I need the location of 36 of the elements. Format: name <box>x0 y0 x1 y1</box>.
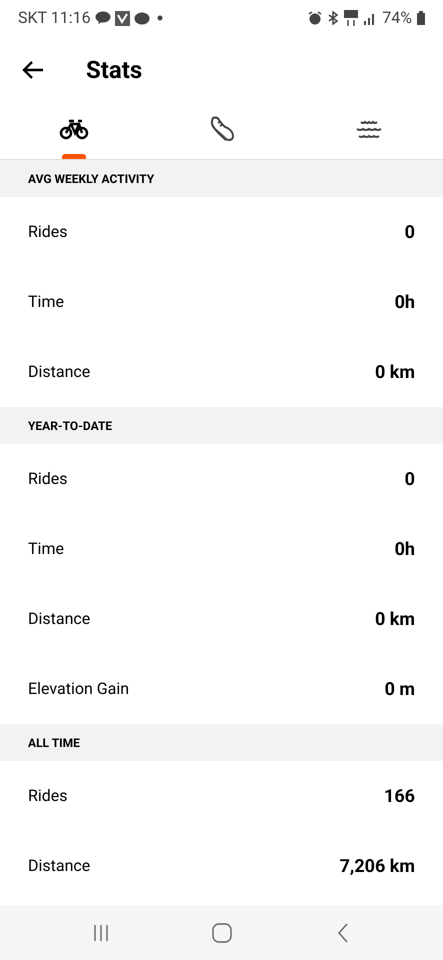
stat-label: Elevation Gain <box>28 678 130 700</box>
stat-label: Time <box>28 538 64 560</box>
stat-value: 0h <box>394 290 415 314</box>
stat-label: Distance <box>28 855 90 877</box>
stat-value: 0h <box>394 538 415 562</box>
bluetooth-icon <box>327 11 340 25</box>
status-time: SKT 11:16 <box>18 7 91 29</box>
stat-value: 0 <box>404 220 415 244</box>
section-header: ALL TIME <box>0 724 443 761</box>
stat-label: Distance <box>28 361 90 383</box>
stat-label: Distance <box>28 608 90 630</box>
home-icon <box>212 922 232 942</box>
tab-indicator <box>62 154 86 159</box>
stat-label: Rides <box>28 785 68 807</box>
stat-value: 0 m <box>384 678 415 702</box>
stat-label: Time <box>28 291 64 313</box>
page-title: Stats <box>86 55 142 86</box>
battery-percent: 74% <box>382 7 412 29</box>
bicycle-icon <box>58 118 89 140</box>
alarm-icon <box>308 11 322 25</box>
stat-value: 166 <box>384 784 415 808</box>
stat-value: 7,206 km <box>340 854 415 878</box>
waves-icon <box>355 119 384 139</box>
stat-value: 0 km <box>374 608 415 632</box>
section-header: YEAR-TO-DATE <box>0 407 443 444</box>
stat-value: 0 <box>404 468 415 492</box>
section-header: AVG WEEKLY ACTIVITY <box>0 160 443 197</box>
app-icon <box>114 10 130 26</box>
stat-value: 0 km <box>374 360 415 384</box>
chat-icon <box>94 11 111 25</box>
stat-label: Rides <box>28 468 68 490</box>
back-arrow-icon <box>22 61 44 79</box>
back-chevron-icon <box>336 922 348 942</box>
recent-apps-icon <box>92 924 110 942</box>
battery-icon <box>417 11 425 25</box>
stat-label: Rides <box>28 221 68 243</box>
